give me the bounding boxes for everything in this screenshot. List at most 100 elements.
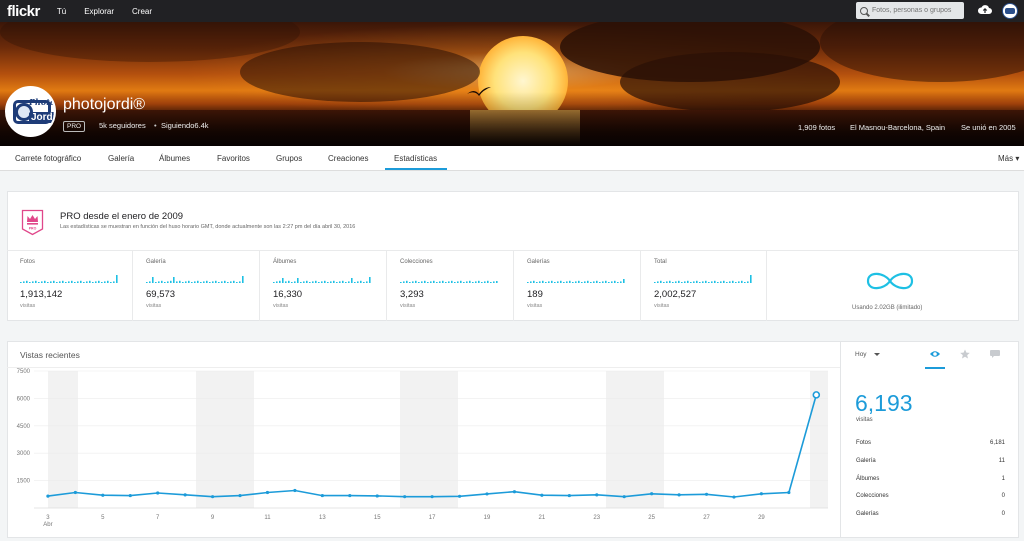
nav-link-crear[interactable]: Crear	[132, 7, 152, 16]
sparkline-bar	[170, 280, 172, 283]
tab-photostream[interactable]: Carrete fotográfico	[15, 154, 81, 163]
data-point[interactable]	[73, 490, 77, 495]
sparkline-bar	[533, 280, 535, 283]
more-menu[interactable]: Más ▾	[998, 154, 1019, 163]
user-avatar[interactable]	[1002, 3, 1018, 19]
cloud-upload-icon[interactable]	[977, 4, 993, 15]
flickr-logo[interactable]: flickr	[7, 3, 40, 20]
data-point[interactable]	[238, 493, 242, 498]
x-tick-label: 15	[374, 515, 381, 521]
sparkline	[654, 275, 752, 283]
sparkline-bar	[65, 282, 67, 283]
x-tick-label: 13	[319, 515, 326, 521]
data-point[interactable]	[183, 493, 187, 497]
data-point[interactable]	[430, 495, 434, 499]
stat-value: 16,330	[273, 289, 303, 300]
data-point[interactable]	[677, 493, 681, 497]
sparkline-bar	[227, 282, 229, 283]
tab-creations[interactable]: Creaciones	[328, 154, 368, 163]
data-point[interactable]	[348, 493, 352, 498]
data-point[interactable]	[567, 493, 571, 498]
avatar-brand-text: Photo	[29, 97, 56, 107]
data-point[interactable]	[46, 494, 50, 498]
search-input[interactable]	[872, 7, 962, 14]
data-point[interactable]	[650, 492, 654, 496]
stat-albums[interactable]: Álbumes 16,330 visitas	[260, 251, 387, 321]
stat-galleries[interactable]: Galerías 189 visitas	[514, 251, 641, 321]
sparkline-bar	[539, 281, 541, 283]
sparkline-bar	[596, 280, 598, 283]
data-point[interactable]	[128, 493, 132, 498]
period-selector[interactable]: Hoy	[855, 351, 867, 358]
panel-divider	[840, 341, 841, 538]
pro-crown-icon: PRO	[21, 209, 44, 236]
highlighted-data-point[interactable]	[812, 391, 821, 399]
sparkline-bar	[750, 275, 752, 283]
nav-link-explorar[interactable]: Explorar	[84, 7, 114, 16]
sparkline-bar	[551, 280, 553, 283]
sparkline-bar	[315, 280, 317, 283]
data-point[interactable]	[512, 490, 517, 494]
sparkline-bar	[654, 282, 656, 283]
sparkline-bar	[545, 282, 547, 283]
sparkline-bar	[684, 281, 686, 283]
data-point[interactable]	[732, 495, 736, 499]
data-point[interactable]	[485, 492, 489, 496]
eye-icon[interactable]	[929, 349, 941, 359]
data-point[interactable]	[265, 490, 270, 495]
data-point[interactable]	[595, 493, 599, 497]
data-point[interactable]	[101, 493, 105, 497]
data-point[interactable]	[787, 490, 791, 495]
sparkline-bar	[369, 277, 371, 283]
sparkline-bar	[442, 280, 444, 283]
search-icon[interactable]	[860, 6, 868, 15]
data-point[interactable]	[293, 488, 297, 493]
profile-avatar[interactable]: Photo Jordi	[5, 86, 56, 137]
sparkline-bar	[433, 280, 435, 283]
stat-total[interactable]: Total 2,002,527 visitas	[641, 251, 767, 321]
sparkline-bar	[26, 280, 28, 283]
followers-link[interactable]: 5k seguidores	[99, 121, 146, 130]
data-point[interactable]	[457, 494, 462, 498]
sparkline-bar	[155, 282, 157, 283]
tab-favorites[interactable]: Favoritos	[217, 154, 250, 163]
x-tick-label: 5	[101, 515, 105, 521]
data-point[interactable]	[320, 493, 324, 498]
tab-stats[interactable]: Estadísticas	[394, 154, 437, 163]
stat-collections[interactable]: Colecciones 3,293 visitas	[387, 251, 514, 321]
search-box[interactable]	[856, 2, 964, 19]
sparkline-bar	[59, 281, 61, 283]
sparkline-bar	[469, 280, 471, 283]
sparkline-bar	[696, 280, 698, 283]
following-link[interactable]: Siguiendo6.4k	[161, 121, 209, 130]
stat-label: Galería	[146, 259, 166, 265]
data-point[interactable]	[622, 495, 626, 499]
data-point[interactable]	[759, 492, 764, 496]
data-point[interactable]	[375, 494, 379, 498]
sparkline-bar	[617, 282, 619, 283]
sparkline-bar	[41, 281, 43, 283]
comment-icon[interactable]	[989, 349, 1001, 359]
stat-gallery[interactable]: Galería 69,573 visitas	[133, 251, 260, 321]
breakdown-value: 0	[1001, 511, 1005, 517]
active-tab-indicator	[385, 168, 447, 170]
chevron-down-icon[interactable]	[874, 353, 880, 356]
nav-link-tu[interactable]: Tú	[57, 7, 66, 16]
tab-gallery[interactable]: Galería	[108, 154, 134, 163]
x-tick-label: 27	[703, 515, 710, 521]
sparkline-bar	[339, 281, 341, 283]
sparkline-bar	[448, 281, 450, 283]
tab-groups[interactable]: Grupos	[276, 154, 302, 163]
sparkline-bar	[487, 280, 489, 283]
tab-albums[interactable]: Álbumes	[159, 154, 190, 163]
data-point[interactable]	[156, 491, 160, 495]
data-point[interactable]	[704, 492, 709, 496]
star-icon[interactable]	[959, 349, 971, 359]
today-views-unit: visitas	[856, 417, 873, 423]
stat-photos[interactable]: Fotos 1,913,142 visitas	[7, 251, 133, 321]
data-point[interactable]	[210, 495, 215, 499]
recent-views-chart[interactable]: 7500 6000 4500 3000 1500 3 5 7 9 11 13 15 17 19 21 23 25…	[0, 368, 840, 538]
sparkline-bar	[675, 281, 677, 283]
data-point[interactable]	[403, 495, 407, 499]
data-point[interactable]	[540, 493, 544, 497]
